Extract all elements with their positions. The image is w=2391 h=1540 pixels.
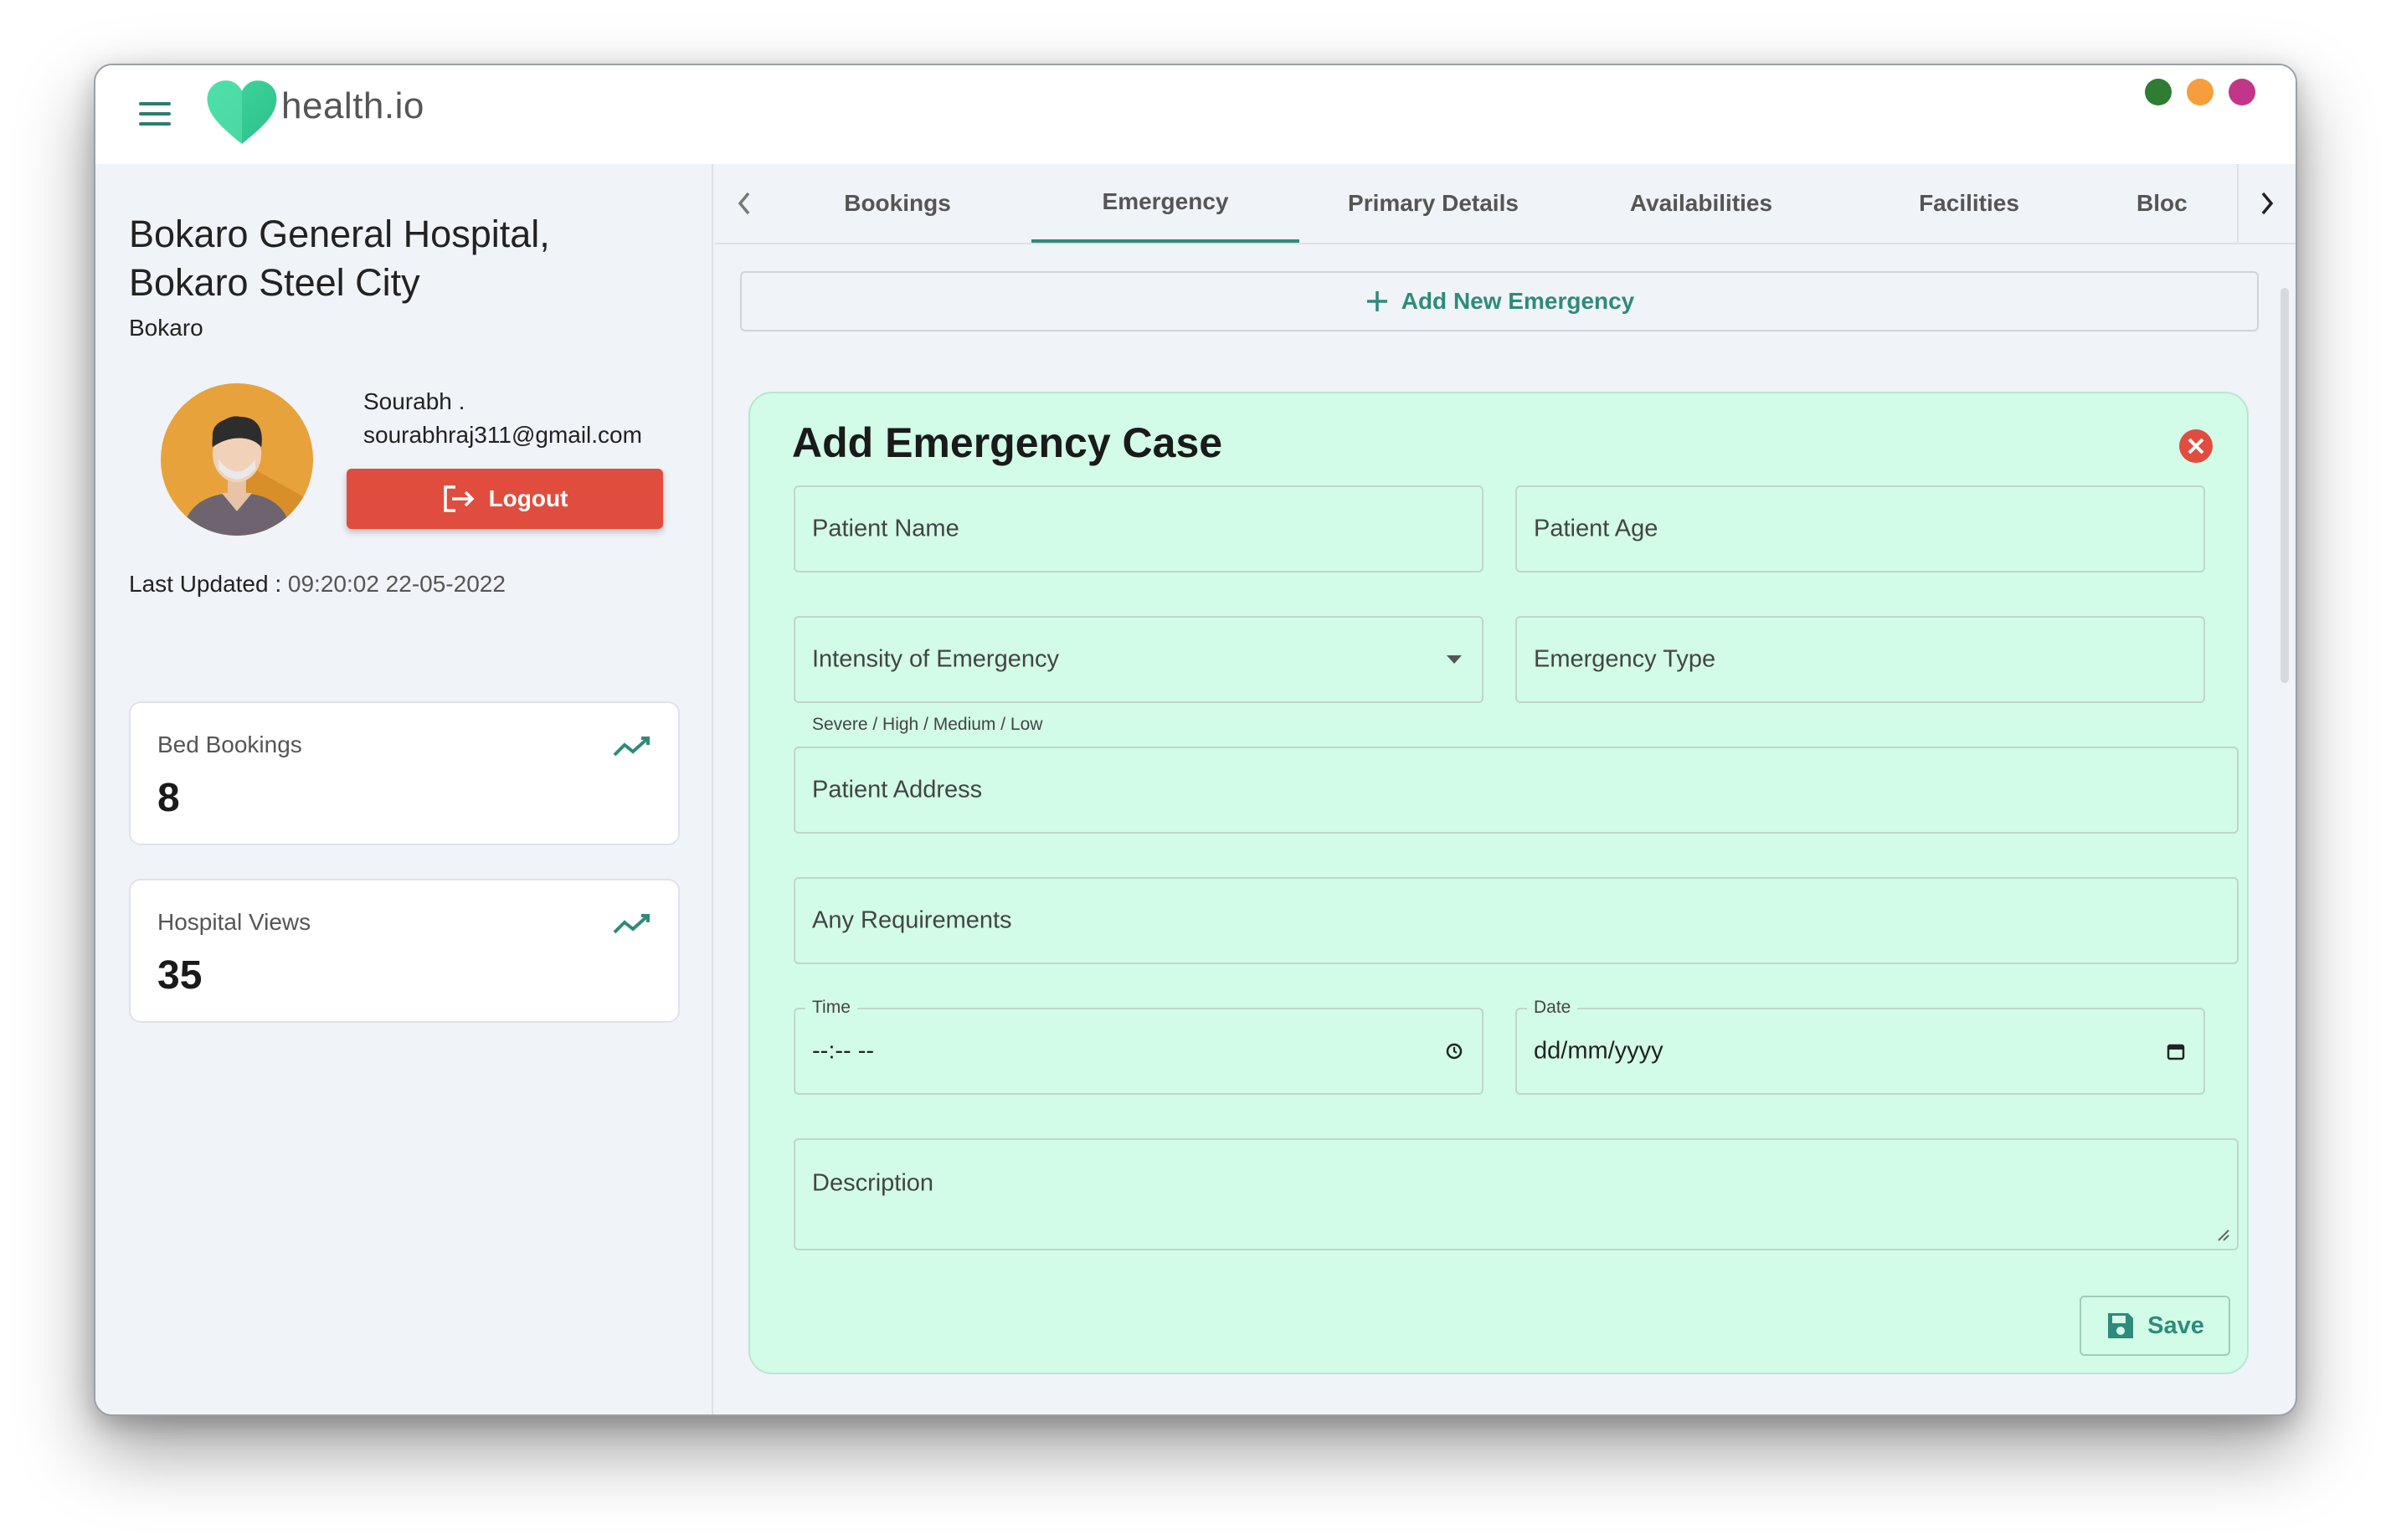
time-label: Time: [805, 998, 857, 1018]
resize-handle-icon[interactable]: [2215, 1227, 2230, 1242]
user-avatar-icon: [161, 383, 313, 536]
tab-bar: Bookings Emergency Primary Details Avail…: [715, 164, 2296, 244]
logout-button[interactable]: Logout: [347, 469, 663, 529]
logout-icon: [443, 485, 475, 512]
clock-icon[interactable]: [1445, 1042, 1463, 1060]
tab-blood[interactable]: Bloc: [2103, 164, 2257, 243]
left-panel: Bokaro General Hospital, Bokaro Steel Ci…: [95, 164, 713, 1414]
intensity-placeholder: Intensity of Emergency: [812, 645, 1059, 673]
form-title: Add Emergency Case: [792, 419, 1223, 466]
calendar-icon[interactable]: [2167, 1042, 2185, 1060]
logo-text: health.io: [281, 85, 424, 126]
logout-label: Logout: [488, 485, 568, 511]
date-field[interactable]: Date dd/mm/yyyy: [1515, 998, 2205, 1095]
tab-emergency[interactable]: Emergency: [1031, 164, 1299, 243]
hamburger-menu-icon[interactable]: [139, 102, 171, 126]
add-emergency-form: Add Emergency Case Patient Name Patient …: [748, 392, 2249, 1374]
add-new-emergency-button[interactable]: Add New Emergency: [740, 271, 2259, 331]
stat-value: 8: [157, 776, 180, 820]
close-icon[interactable]: [2178, 429, 2214, 464]
emergency-type-field[interactable]: Emergency Type: [1515, 616, 2205, 703]
patient-address-field[interactable]: Patient Address: [794, 747, 2239, 834]
dropdown-arrow-icon: [1447, 655, 1462, 664]
save-label: Save: [2147, 1312, 2204, 1339]
logo-heart-icon: [207, 80, 277, 144]
chevron-right-icon: [2261, 192, 2274, 215]
user-email: sourabhraj311@gmail.com: [363, 422, 642, 448]
intensity-helper-text: Severe / High / Medium / Low: [812, 715, 1043, 734]
requirements-field[interactable]: Any Requirements: [794, 877, 2239, 964]
patient-name-field[interactable]: Patient Name: [794, 485, 1483, 572]
window-dot-green[interactable]: [2145, 79, 2172, 105]
stat-value: 35: [157, 953, 203, 998]
date-value: dd/mm/yyyy: [1534, 1037, 1663, 1065]
top-bar: health.io: [95, 65, 2296, 164]
description-placeholder: Description: [812, 1169, 934, 1197]
tab-primary-details[interactable]: Primary Details: [1299, 164, 1567, 243]
stat-card-hospital-views: Hospital Views 35: [129, 879, 680, 1023]
date-label: Date: [1527, 998, 1578, 1018]
app-window: health.io Bokaro General Hospital, Bokar…: [94, 64, 2297, 1416]
tab-scroll-right-button[interactable]: [2237, 164, 2296, 243]
tab-facilities[interactable]: Facilities: [1835, 164, 2103, 243]
intensity-select[interactable]: Intensity of Emergency: [794, 616, 1483, 703]
patient-address-placeholder: Patient Address: [812, 776, 983, 803]
tab-availabilities[interactable]: Availabilities: [1567, 164, 1835, 243]
add-new-emergency-label: Add New Emergency: [1401, 288, 1635, 314]
save-floppy-icon: [2108, 1313, 2134, 1338]
trending-up-icon: [613, 737, 650, 757]
time-value: --:-- --: [812, 1037, 875, 1065]
patient-age-placeholder: Patient Age: [1534, 515, 1658, 542]
trending-up-icon: [613, 914, 650, 934]
avatar: [161, 383, 313, 536]
description-field[interactable]: Description: [794, 1138, 2239, 1250]
plus-icon: [1366, 291, 1387, 311]
stat-label: Bed Bookings: [157, 732, 302, 757]
scrollbar[interactable]: [2280, 288, 2289, 683]
window-dot-magenta[interactable]: [2229, 79, 2255, 105]
last-updated-label: Last Updated :: [129, 571, 282, 597]
hospital-name: Bokaro General Hospital, Bokaro Steel Ci…: [129, 213, 550, 304]
stat-label: Hospital Views: [157, 909, 311, 935]
hospital-city: Bokaro: [129, 315, 203, 341]
time-field[interactable]: Time --:-- --: [794, 998, 1483, 1095]
emergency-type-placeholder: Emergency Type: [1534, 645, 1716, 673]
chevron-left-icon: [738, 192, 750, 215]
window-controls: [2145, 79, 2255, 105]
window-dot-orange[interactable]: [2187, 79, 2214, 105]
last-updated-value: 09:20:02 22-05-2022: [287, 571, 506, 597]
user-name: Sourabh .: [363, 388, 465, 414]
tab-bookings[interactable]: Bookings: [764, 164, 1031, 243]
save-button[interactable]: Save: [2080, 1296, 2230, 1356]
stat-card-bed-bookings: Bed Bookings 8: [129, 701, 680, 845]
patient-age-field[interactable]: Patient Age: [1515, 485, 2205, 572]
patient-name-placeholder: Patient Name: [812, 515, 959, 542]
last-updated: Last Updated : 09:20:02 22-05-2022: [129, 571, 506, 598]
requirements-placeholder: Any Requirements: [812, 906, 1012, 934]
